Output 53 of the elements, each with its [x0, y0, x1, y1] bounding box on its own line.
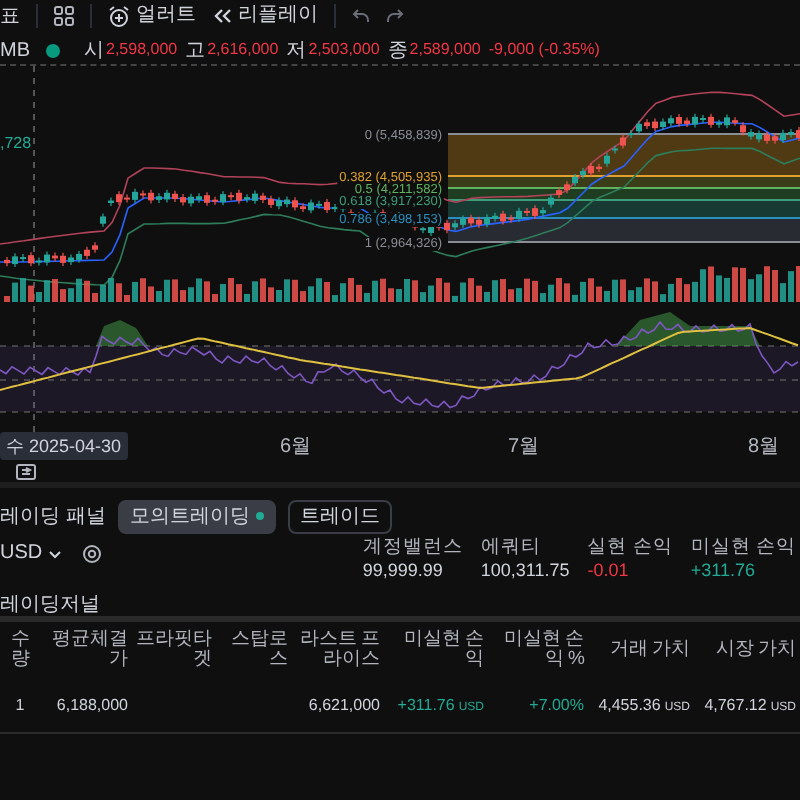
- undo-icon[interactable]: [352, 8, 370, 24]
- stat-label: 미실현 손익: [690, 538, 796, 560]
- stat-value: +311.76: [690, 559, 757, 581]
- replay-button[interactable]: 리플레이: [212, 6, 318, 26]
- toolbar-label[interactable]: 표: [0, 1, 20, 31]
- column-header: 미실현 손익 %: [501, 626, 587, 675]
- ohlc-label: 시: [84, 37, 104, 65]
- ohlc-value: 2,616,000: [207, 38, 279, 62]
- redo-icon[interactable]: [386, 8, 404, 24]
- column-header: 거래 가치: [607, 636, 692, 665]
- crosshair-date-label: 수 2025-04-30: [0, 432, 128, 460]
- table-cell: 6,621,000: [308, 695, 380, 714]
- tab[interactable]: 트레이드: [287, 499, 392, 533]
- time-axis-label: 6월: [280, 434, 312, 462]
- settings-icon[interactable]: [82, 544, 103, 564]
- grid-icon[interactable]: [54, 6, 74, 26]
- ohlc-label: 저: [286, 37, 307, 65]
- currency-dropdown[interactable]: USD: [0, 544, 63, 564]
- table-cell: 1: [15, 695, 25, 714]
- stat-value: 100,311.75: [480, 559, 570, 581]
- column-header: 수량: [8, 626, 32, 675]
- table-cell: +7.00%: [529, 695, 584, 714]
- column-header: 미실현 손익: [401, 626, 486, 675]
- panel-title: 레이딩 패널: [0, 503, 106, 531]
- status-dot: [46, 43, 60, 57]
- ohlc-value: 2,589,000: [409, 38, 481, 62]
- stat-value: 99,999.99: [362, 559, 445, 581]
- alert-button[interactable]: 얼러트: [108, 5, 196, 27]
- column-header: 시장 가치: [713, 636, 798, 665]
- table-cell: 6,188,000: [56, 695, 128, 714]
- caret-icon: [48, 549, 63, 559]
- stat-label: 실현 손익: [587, 538, 673, 560]
- symbol-label: MB: [0, 37, 30, 65]
- rewind-icon: [212, 8, 232, 24]
- ohlc-label: 고: [185, 37, 206, 65]
- tab[interactable]: 모의트레이딩: [117, 499, 276, 533]
- stat-value: -0.01: [587, 559, 631, 581]
- stat-label: 계정밸런스: [362, 538, 463, 560]
- section-title: 레이딩저널: [0, 594, 100, 616]
- ohlc-value: 2,503,000: [308, 38, 380, 62]
- column-header: 평균체결가: [50, 626, 130, 675]
- price-label: ,728: [0, 132, 32, 156]
- time-axis-label: 7월: [508, 434, 540, 462]
- time-axis-label: 8월: [748, 434, 780, 462]
- ohlc-value: 2,598,000: [106, 38, 178, 62]
- price-change: -9,000 (-0.35%): [488, 38, 600, 62]
- stat-label: 에쿼티: [480, 538, 543, 560]
- alarm-clock-icon: [108, 5, 130, 27]
- column-header: 프라핏타겟: [134, 626, 214, 675]
- column-header: 라스트 프라이스: [297, 626, 382, 675]
- panel-toggle-icon[interactable]: [16, 461, 36, 481]
- ohlc-label: 종: [387, 37, 408, 65]
- column-header: 스탑로스: [229, 626, 290, 675]
